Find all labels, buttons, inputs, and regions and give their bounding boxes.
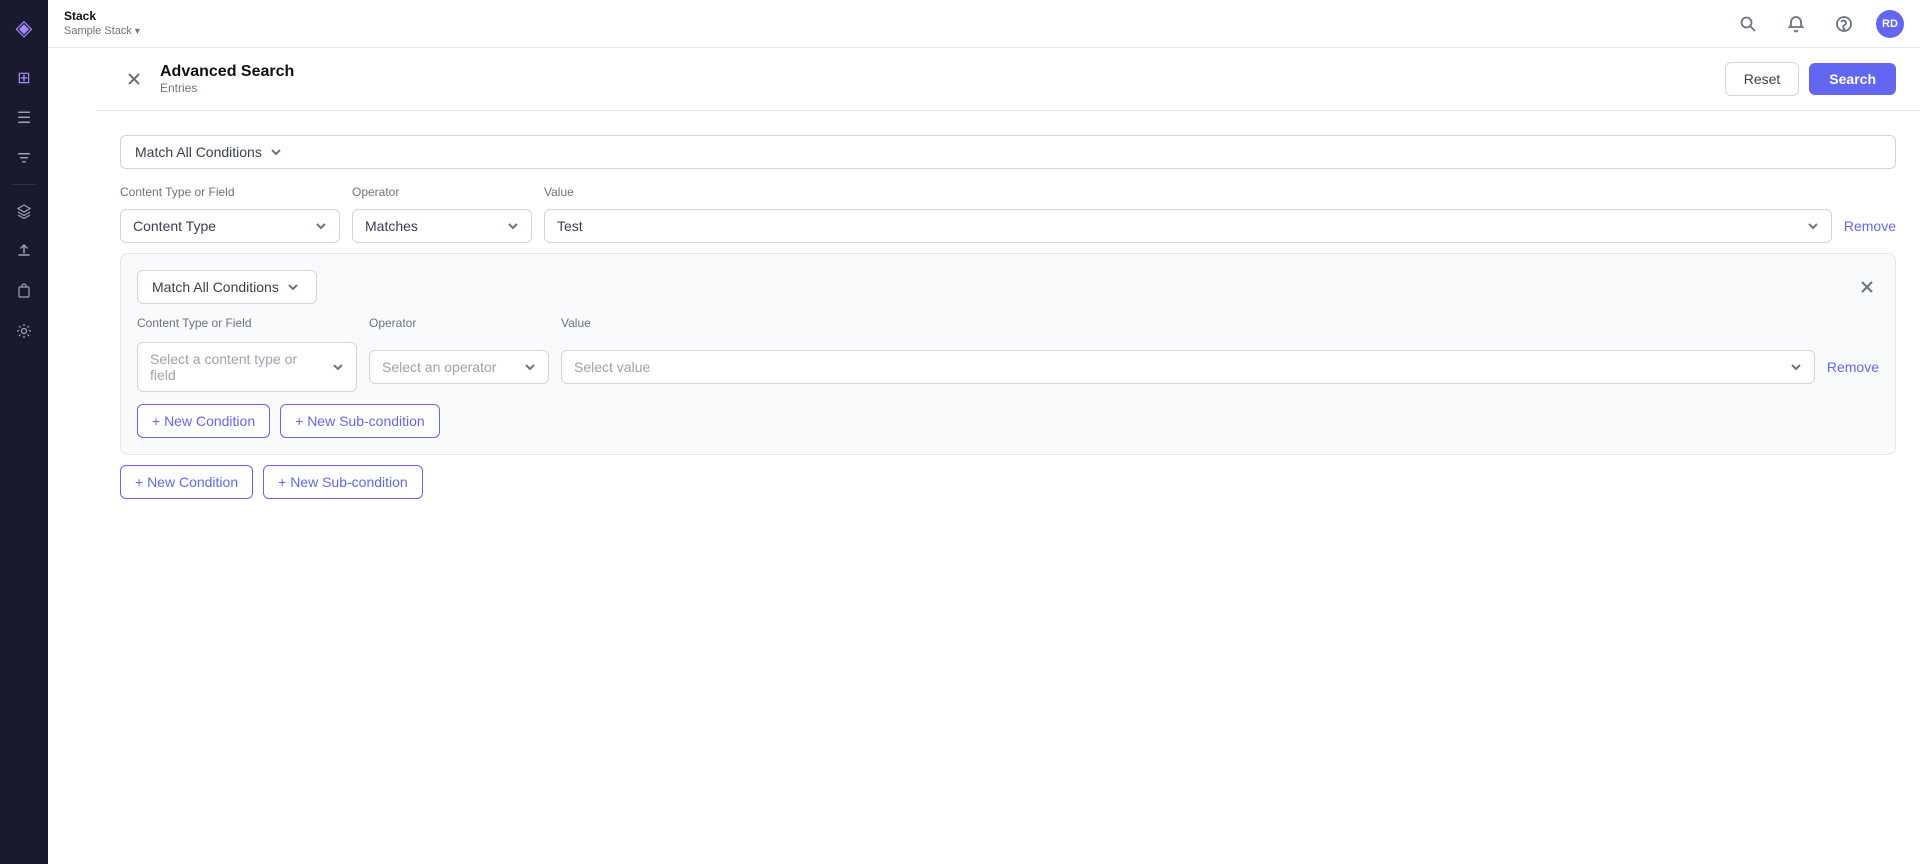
outer-remove-button[interactable]: Remove (1844, 218, 1896, 234)
inner-operator-select[interactable]: Select an operator (369, 350, 549, 384)
outer-condition-group: Content Type or Field Operator Value Con… (120, 185, 1896, 499)
inner-condition-close-button[interactable] (1855, 275, 1879, 299)
search-body: Match All Conditions Content Type or Fie… (96, 111, 1920, 523)
sidebar-icon-clipboard[interactable] (6, 273, 42, 309)
inner-new-condition-button[interactable]: + New Condition (137, 404, 270, 438)
outer-fields-header: Content Type or Field Operator Value (120, 185, 1896, 199)
outer-col2-label: Operator (352, 185, 532, 199)
main-content: Stack Sample Stack ▾ RD Advanced Search (96, 48, 1920, 864)
inner-col2-label: Operator (369, 316, 549, 330)
inner-new-sub-condition-button[interactable]: + New Sub-condition (280, 404, 440, 438)
sidebar-icon-layers[interactable] (6, 193, 42, 229)
app-logo[interactable]: ◈ (8, 12, 40, 44)
outer-new-sub-condition-button[interactable]: + New Sub-condition (263, 465, 423, 499)
inner-match-dropdown[interactable]: Match All Conditions (137, 270, 317, 304)
sidebar-icon-settings[interactable] (6, 313, 42, 349)
inner-action-buttons: + New Condition + New Sub-condition (137, 404, 1879, 438)
inner-condition-row: Select a content type or field Select an… (137, 342, 1879, 392)
outer-match-dropdown[interactable]: Match All Conditions (120, 135, 1896, 169)
panel-header: Advanced Search Entries Reset Search (96, 48, 1920, 111)
panel-subtitle: Entries (160, 81, 294, 95)
outer-col3-label: Value (544, 185, 1884, 199)
outer-operator-select[interactable]: Matches (352, 209, 532, 243)
panel-close-button[interactable] (120, 65, 148, 93)
sidebar-divider (12, 184, 36, 185)
panel-header-actions: Reset Search (1725, 62, 1896, 96)
inner-condition-box: Match All Conditions Content Type or Fie… (120, 253, 1896, 455)
outer-new-condition-button[interactable]: + New Condition (120, 465, 253, 499)
inner-col3-label: Value (561, 316, 1867, 330)
search-submit-button[interactable]: Search (1809, 63, 1896, 95)
sidebar-icon-list[interactable]: ☰ (6, 100, 42, 136)
inner-remove-button[interactable]: Remove (1827, 359, 1879, 375)
outer-action-buttons: + New Condition + New Sub-condition (120, 465, 1896, 499)
panel-title-group: Advanced Search Entries (160, 63, 294, 95)
sidebar-icon-upload[interactable] (6, 233, 42, 269)
sidebar-icon-grid[interactable]: ⊞ (6, 60, 42, 96)
inner-fields-header: Content Type or Field Operator Value (137, 316, 1879, 330)
inner-col1-label: Content Type or Field (137, 316, 357, 330)
panel-title: Advanced Search (160, 63, 294, 81)
inner-condition-header: Match All Conditions (137, 270, 1879, 304)
outer-condition-row: Content Type Matches Test Remove (120, 209, 1896, 243)
outer-col1-label: Content Type or Field (120, 185, 340, 199)
inner-content-type-select[interactable]: Select a content type or field (137, 342, 357, 392)
reset-button[interactable]: Reset (1725, 62, 1800, 96)
sidebar-icon-filter[interactable] (6, 140, 42, 176)
sidebar: ◈ ⊞ ☰ (0, 0, 48, 864)
outer-value-select[interactable]: Test (544, 209, 1832, 243)
outer-content-type-select[interactable]: Content Type (120, 209, 340, 243)
inner-value-select[interactable]: Select value (561, 350, 1815, 384)
